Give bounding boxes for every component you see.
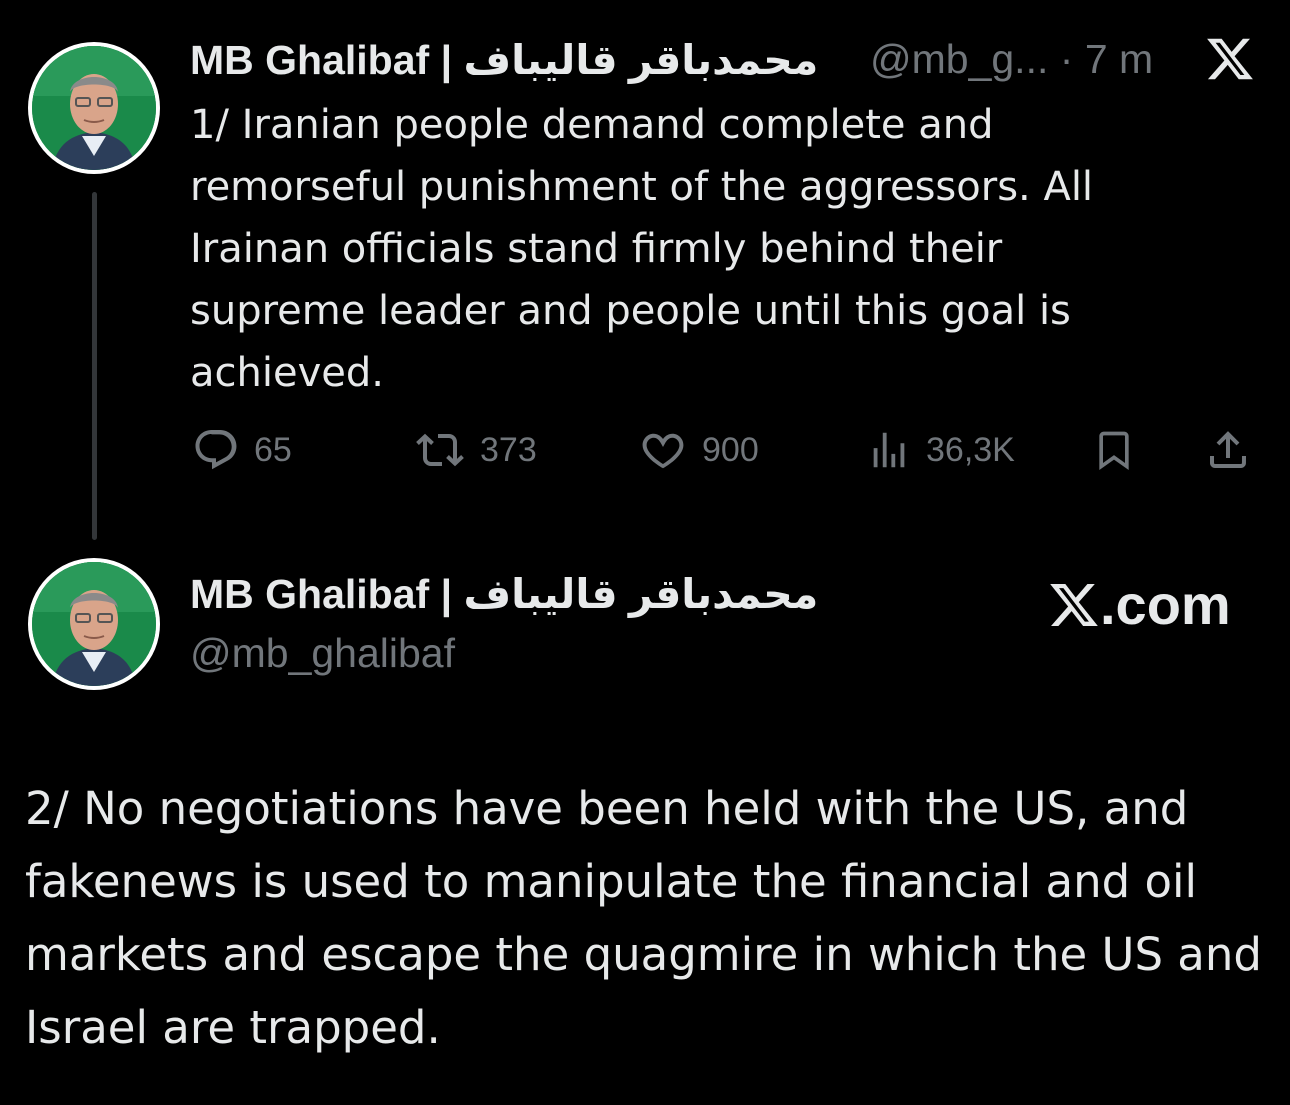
avatar-image [32, 46, 156, 170]
timestamp[interactable]: 7 m [1085, 36, 1153, 82]
handle-and-time[interactable]: @mb_g... · 7 m [870, 36, 1153, 83]
handle[interactable]: @mb_g... [870, 36, 1048, 82]
repost-icon [416, 433, 464, 467]
share-icon [1210, 431, 1246, 468]
display-name[interactable]: MB Ghalibaf | محمدباقر قالیباف [190, 36, 818, 84]
reply-count: 65 [254, 430, 292, 469]
like-count: 900 [702, 430, 759, 469]
heart-icon [642, 433, 684, 469]
tweet-text: 2/ No negotiations have been held with t… [25, 782, 1262, 1054]
x-logo-icon[interactable] [1205, 34, 1255, 84]
bookmark-icon [1099, 431, 1129, 471]
avatar[interactable] [28, 558, 160, 690]
reply-icon [195, 430, 237, 470]
thread-line [92, 192, 97, 540]
views-button[interactable]: 36,3K [866, 426, 1015, 474]
handle[interactable]: @mb_ghalibaf [190, 630, 455, 677]
tweet-text: 1/ Iranian people demand complete and re… [190, 102, 1094, 396]
repost-count: 373 [480, 430, 537, 469]
avatar-image [32, 562, 156, 686]
view-count: 36,3K [926, 430, 1015, 469]
x-logo-icon [1050, 583, 1098, 626]
avatar[interactable] [28, 42, 160, 174]
views-icon [873, 432, 905, 468]
source-label: .com [1048, 572, 1231, 637]
reply-button[interactable]: 65 [192, 426, 292, 474]
separator: · [1059, 36, 1074, 82]
display-name[interactable]: MB Ghalibaf | محمدباقر قالیباف [190, 570, 818, 618]
source-domain: .com [1100, 573, 1231, 636]
share-button[interactable] [1204, 426, 1252, 478]
bookmark-button[interactable] [1092, 426, 1136, 478]
repost-button[interactable]: 373 [414, 426, 537, 474]
like-button[interactable]: 900 [638, 426, 759, 474]
